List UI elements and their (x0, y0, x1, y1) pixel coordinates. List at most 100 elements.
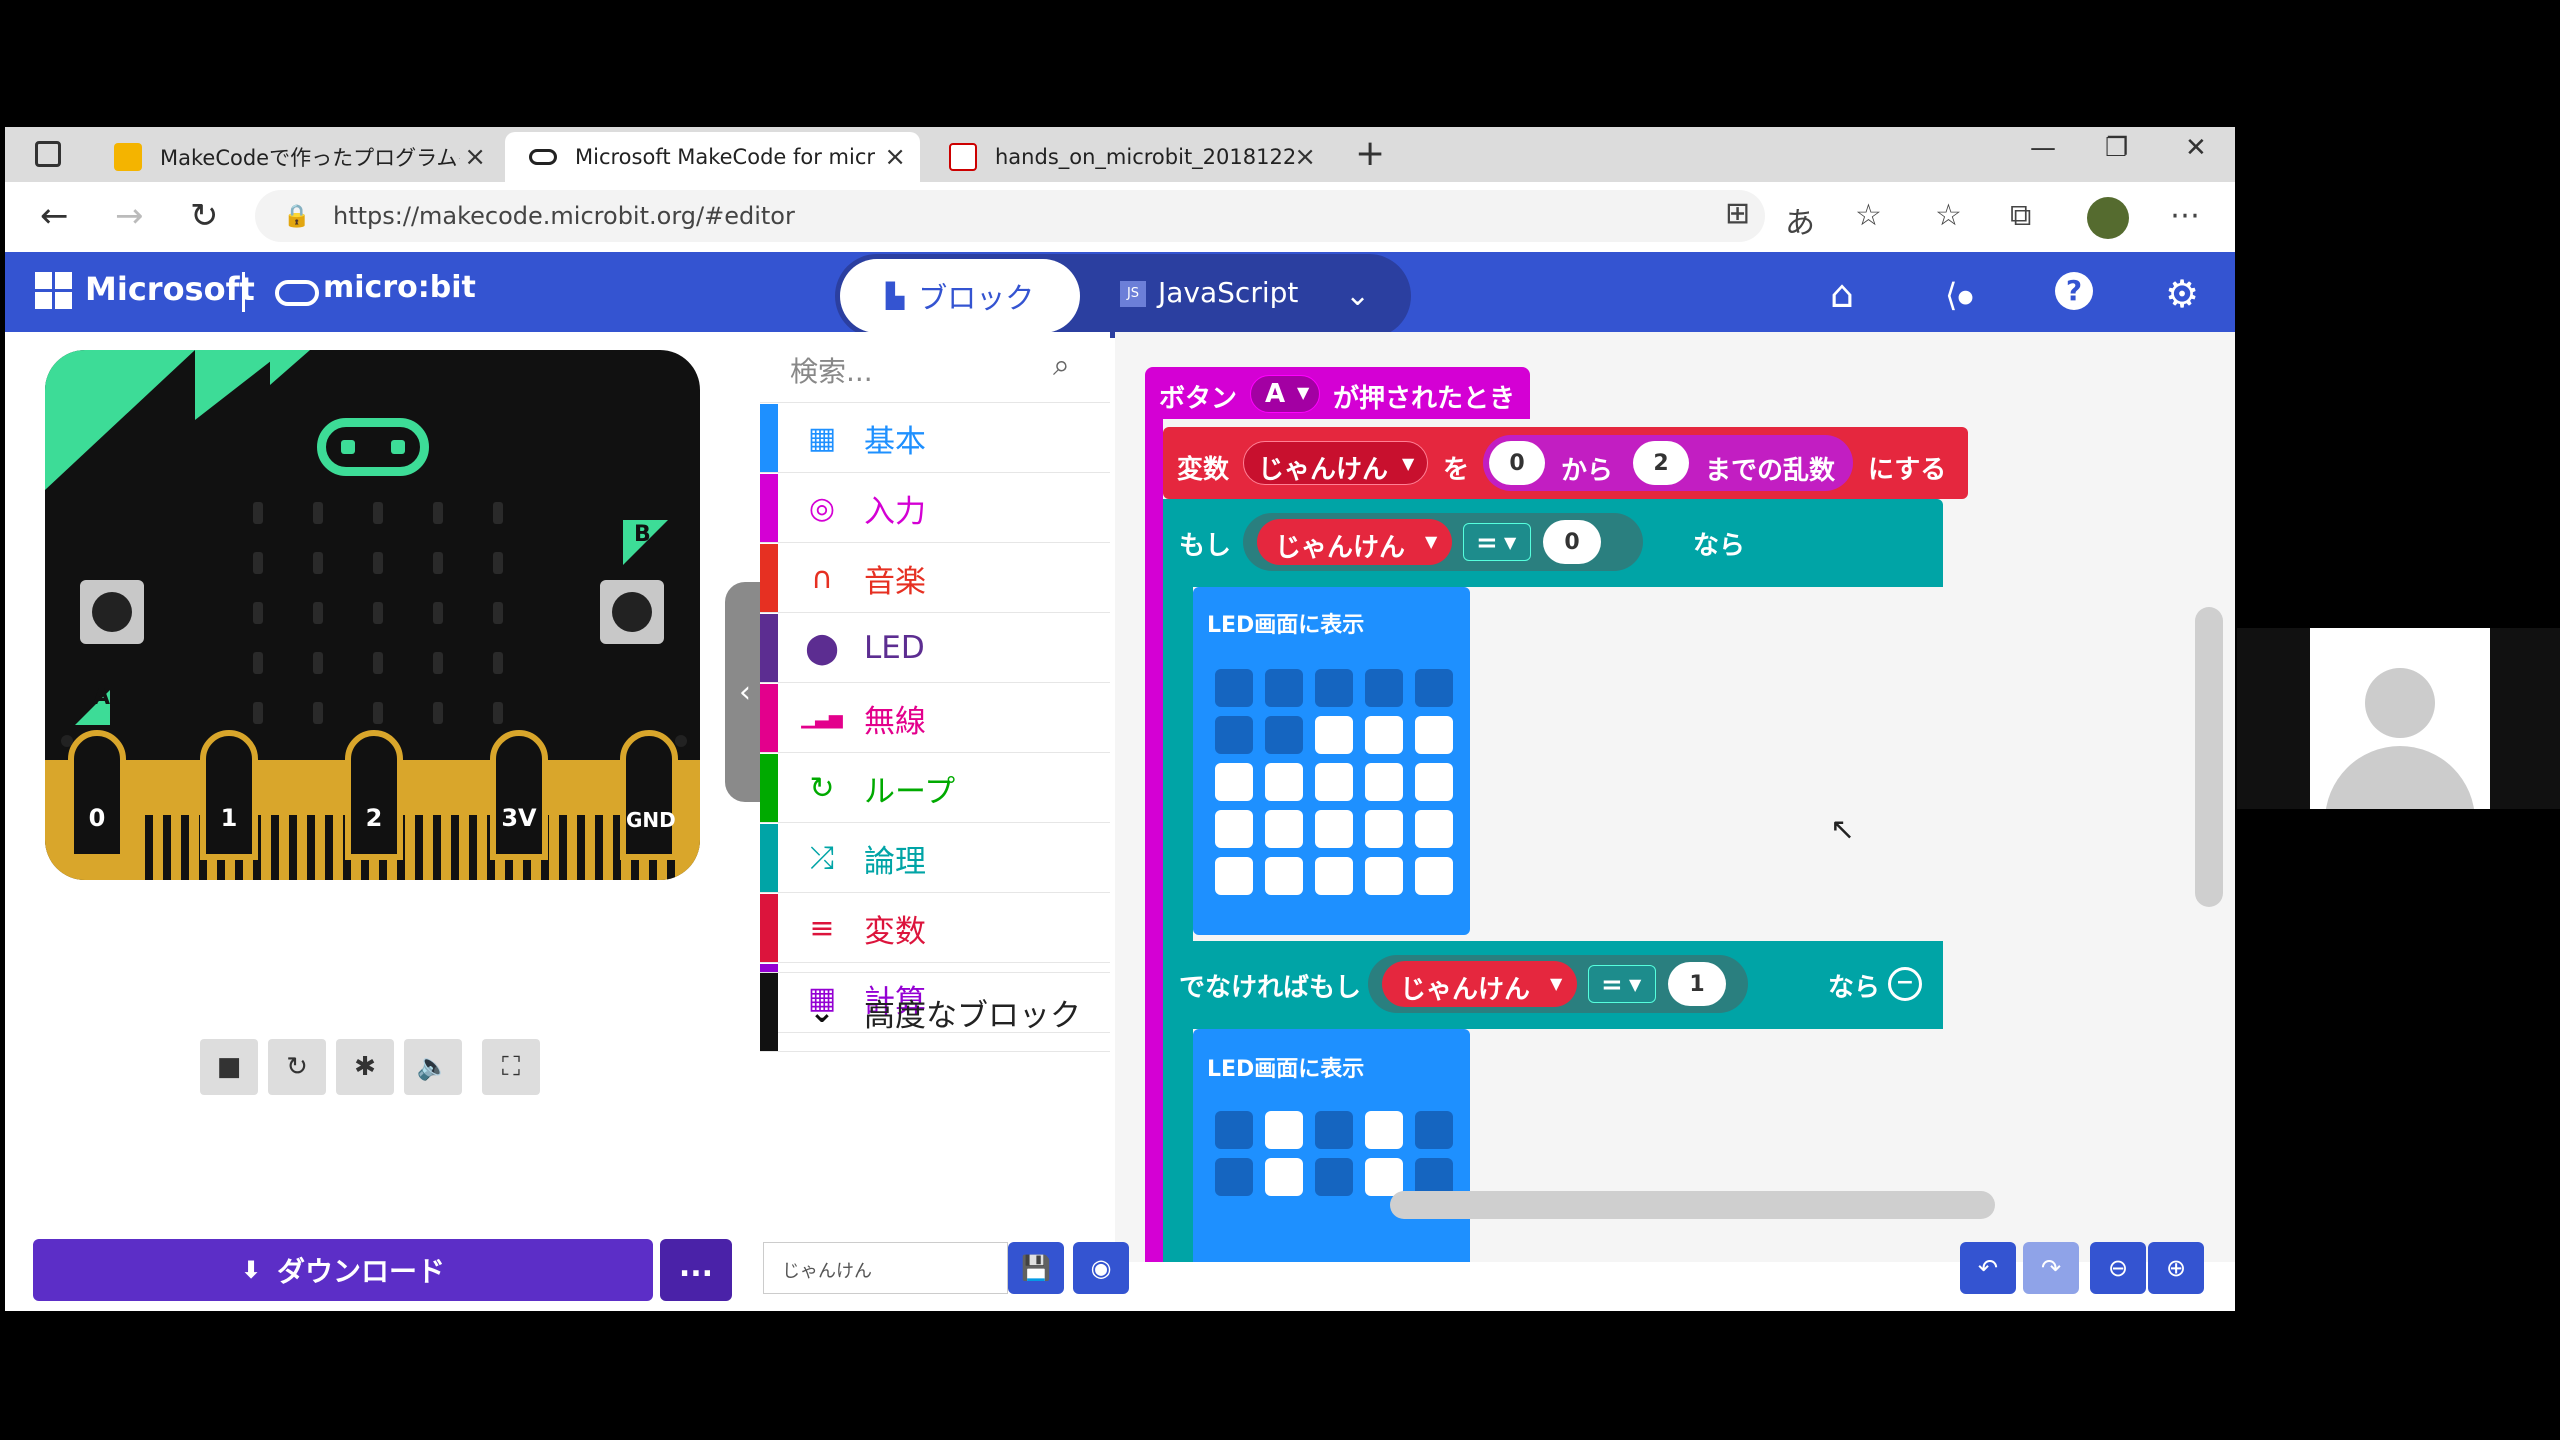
led-cell[interactable] (1415, 669, 1453, 707)
new-tab-icon[interactable]: + (1355, 133, 1385, 174)
pin-1[interactable]: 1 (200, 730, 258, 860)
category-2[interactable]: ∩ 音楽 (760, 544, 1110, 613)
category-6[interactable]: ⤮ 論理 (760, 824, 1110, 893)
on-button-pressed-block[interactable]: ボタン A ▼ が押されたとき (1145, 367, 1530, 419)
led-cell[interactable] (1215, 716, 1253, 754)
compare-value-input[interactable]: 1 (1668, 962, 1726, 1006)
tab-close-icon[interactable]: × (1294, 142, 1316, 172)
favorites-icon[interactable]: ☆ (1935, 198, 1962, 233)
led-cell[interactable] (1215, 857, 1253, 895)
settings-gear-icon[interactable]: ⚙ (2165, 272, 2199, 316)
led-cell[interactable] (1215, 810, 1253, 848)
else-if-block[interactable]: でなければもし じゃんけん ▼ = ▼ 1 なら − (1163, 941, 1943, 1029)
debug-bug-icon[interactable]: ✱ (336, 1039, 394, 1095)
horizontal-scrollbar[interactable] (1390, 1191, 1995, 1219)
blocks-workspace[interactable]: ボタン A ▼ が押されたとき 変数 じゃんけん ▼ を 0 から 2 までの乱数 … (1115, 332, 2235, 1262)
advanced-blocks[interactable]: ⌄ 高度なブロック (760, 972, 1110, 1052)
stop-icon[interactable]: ■ (200, 1039, 258, 1095)
led-cell[interactable] (1215, 763, 1253, 801)
led-cell[interactable] (1365, 1111, 1403, 1149)
tab-makecode-article[interactable]: MakeCodeで作ったプログラムをmic × (90, 132, 500, 182)
compare-value-input[interactable]: 0 (1543, 520, 1601, 564)
random-block[interactable]: 0 から 2 までの乱数 (1483, 435, 1853, 491)
button-dropdown[interactable]: A ▼ (1250, 375, 1320, 413)
undo-icon[interactable]: ↶ (1960, 1242, 2016, 1294)
app-available-icon[interactable]: ⊞ (1725, 196, 1750, 231)
led-cell[interactable] (1215, 1111, 1253, 1149)
led-cell[interactable] (1315, 857, 1353, 895)
favorite-star-icon[interactable]: ☆ (1855, 198, 1882, 233)
led-cell[interactable] (1265, 1158, 1303, 1196)
led-cell[interactable] (1365, 763, 1403, 801)
restart-icon[interactable]: ↻ (268, 1039, 326, 1095)
operator-dropdown[interactable]: = ▼ (1588, 965, 1656, 1003)
forward-icon[interactable]: → (115, 196, 144, 236)
remove-else-if-icon[interactable]: − (1888, 967, 1922, 1001)
profile-avatar[interactable] (2087, 197, 2129, 239)
led-cell[interactable] (1415, 1111, 1453, 1149)
led-cell[interactable] (1315, 669, 1353, 707)
pin-2[interactable]: 2 (345, 730, 403, 860)
minimize-icon[interactable]: — (2030, 133, 2056, 163)
show-leds-block[interactable]: LED画面に表示 (1193, 587, 1470, 935)
pin-gnd[interactable]: GND (620, 730, 678, 860)
read-aloud-icon[interactable]: あ (1785, 198, 1815, 242)
download-button[interactable]: ⬇ ダウンロード (33, 1239, 653, 1301)
led-cell[interactable] (1215, 1158, 1253, 1196)
more-menu-icon[interactable]: ⋯ (2170, 198, 2200, 233)
led-cell[interactable] (1265, 1111, 1303, 1149)
blocks-tab[interactable]: ▙ ブロック (840, 259, 1080, 333)
tab-makecode-editor[interactable]: Microsoft MakeCode for micro:b × (505, 132, 920, 182)
tab-close-icon[interactable]: × (464, 142, 486, 172)
github-icon[interactable]: ◉ (1073, 1242, 1129, 1294)
led-cell[interactable] (1415, 763, 1453, 801)
compare-block[interactable]: じゃんけん ▼ = ▼ 0 (1243, 513, 1643, 571)
led-cell[interactable] (1265, 857, 1303, 895)
collections-icon[interactable]: ⧉ (2010, 198, 2031, 233)
zoom-out-icon[interactable]: ⊖ (2090, 1242, 2146, 1294)
variable-reporter[interactable]: じゃんけん ▼ (1257, 519, 1452, 565)
led-cell[interactable] (1365, 716, 1403, 754)
help-icon[interactable]: ? (2055, 272, 2093, 310)
led-cell[interactable] (1265, 810, 1303, 848)
url-box[interactable]: 🔒 https://makecode.microbit.org/#editor … (255, 190, 1765, 242)
download-more-button[interactable]: ... (660, 1239, 732, 1301)
category-4[interactable]: ▁▃▅ 無線 (760, 684, 1110, 753)
tab-close-icon[interactable]: × (884, 142, 906, 172)
category-5[interactable]: ↻ ループ (760, 754, 1110, 823)
led-cell[interactable] (1365, 810, 1403, 848)
led-cell[interactable] (1415, 857, 1453, 895)
led-cell[interactable] (1365, 669, 1403, 707)
led-cell[interactable] (1215, 669, 1253, 707)
led-cell[interactable] (1365, 857, 1403, 895)
show-leds-block[interactable]: LED画面に表示 (1193, 1029, 1470, 1262)
random-from-input[interactable]: 0 (1489, 441, 1545, 485)
pin-0[interactable]: 0 (68, 730, 126, 860)
led-cell[interactable] (1315, 1111, 1353, 1149)
collapse-simulator-tab[interactable]: ‹ (725, 582, 765, 802)
category-1[interactable]: ◎ 入力 (760, 474, 1110, 543)
chevron-down-icon[interactable]: ⌄ (1345, 278, 1370, 313)
category-7[interactable]: ≡ 変数 (760, 894, 1110, 963)
save-disk-icon[interactable]: 💾 (1008, 1242, 1064, 1294)
led-cell[interactable] (1315, 810, 1353, 848)
reload-icon[interactable]: ↻ (190, 196, 219, 236)
search-icon[interactable]: ⌕ (1053, 348, 1070, 383)
variable-dropdown[interactable]: じゃんけん ▼ (1243, 441, 1428, 485)
button-b[interactable] (600, 580, 664, 644)
restore-icon[interactable]: ❐ (2105, 133, 2128, 163)
tab-pdf[interactable]: hands_on_microbit_20181225.pd × (925, 132, 1330, 182)
category-0[interactable]: ▦ 基本 (760, 404, 1110, 473)
if-block[interactable]: もし じゃんけん ▼ = ▼ 0 なら (1163, 499, 1943, 587)
compare-block[interactable]: じゃんけん ▼ = ▼ 1 (1368, 955, 1748, 1013)
led-cell[interactable] (1415, 810, 1453, 848)
pin-3v[interactable]: 3V (490, 730, 548, 860)
url-text[interactable]: https://makecode.microbit.org/#editor (333, 202, 795, 230)
set-variable-block[interactable]: 変数 じゃんけん ▼ を 0 から 2 までの乱数 にする (1163, 427, 1968, 499)
javascript-tab[interactable]: JS JavaScript (1120, 276, 1298, 309)
share-icon[interactable]: ⟨⦁ (1945, 276, 1974, 315)
led-cell[interactable] (1415, 716, 1453, 754)
window-close-icon[interactable]: ✕ (2185, 133, 2207, 163)
back-icon[interactable]: ← (40, 196, 69, 236)
vertical-scrollbar[interactable] (2195, 607, 2223, 907)
